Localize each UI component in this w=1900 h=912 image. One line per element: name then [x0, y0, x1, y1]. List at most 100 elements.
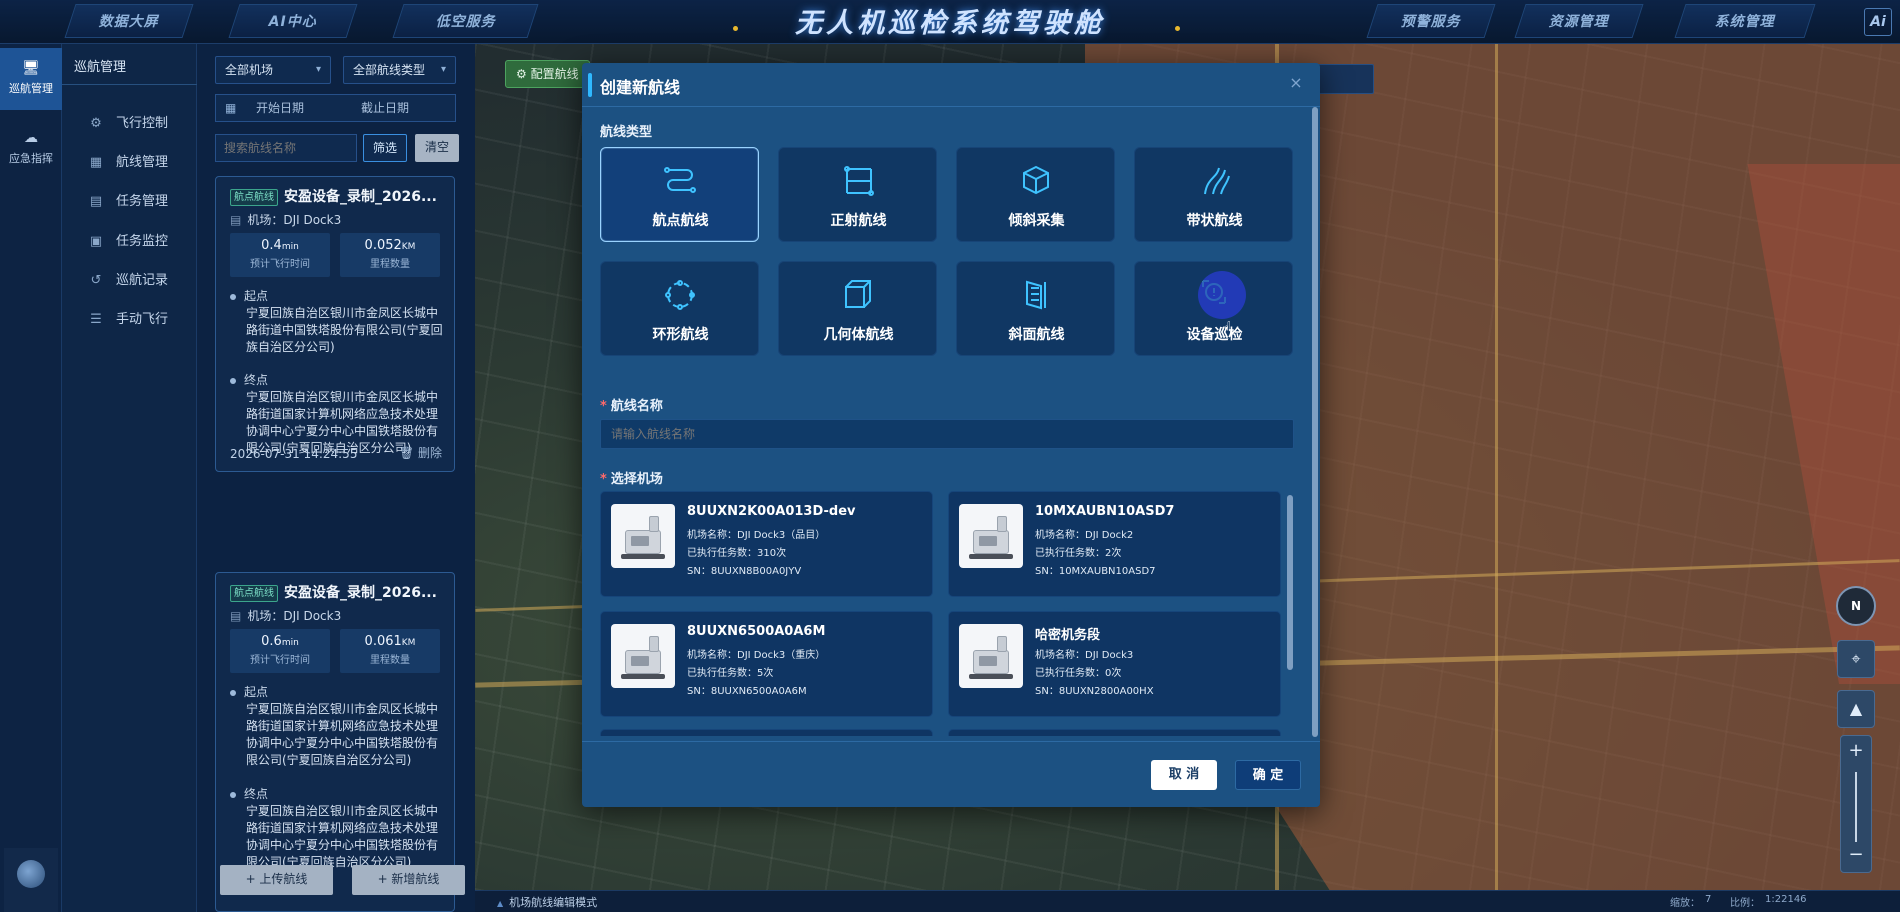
distance-value: 0.061 [364, 634, 402, 649]
dock-image [611, 624, 675, 688]
end-point-label: 终点 [230, 785, 268, 802]
ratio-label: 比例： [1730, 898, 1760, 909]
duration-stat: 0.4min 预计飞行时间 [230, 233, 330, 277]
dock-card[interactable] [600, 729, 933, 736]
menu-item-task-monitor[interactable]: ▣ 任务监控 [88, 230, 168, 250]
menu-item-task-mgmt[interactable]: ▤ 任务管理 [88, 190, 168, 210]
dock-name: 8UUXN6500A0A6M [687, 624, 826, 639]
close-icon[interactable]: × [1286, 73, 1306, 93]
nav-low-altitude[interactable]: 低空服务 [392, 4, 539, 38]
dock-card[interactable]: 10MXAUBN10ASD7 机场名称：DJI Dock2 已执行任务数：2次 … [948, 491, 1281, 597]
menu-item-flight-control[interactable]: ⚙ 飞行控制 [88, 112, 168, 132]
duration-label: 预计飞行时间 [250, 655, 310, 666]
zoom-control[interactable]: + − [1840, 735, 1872, 873]
left-rail: 🖥 巡航管理 ☁ 应急指挥 admin [0, 44, 62, 912]
rail-item-emergency[interactable]: ☁ 应急指挥 [0, 118, 62, 180]
end-date[interactable]: 截止日期 [361, 95, 409, 121]
route-type-slope[interactable]: 斜面航线 [956, 261, 1115, 356]
airport-select[interactable]: 全部机场 ▾ [215, 56, 331, 84]
route-type-select[interactable]: 全部航线类型 ▾ [343, 56, 456, 84]
tile-label: 几何体航线 [823, 327, 894, 343]
menu-item-manual-flight[interactable]: ☰ 手动飞行 [88, 308, 168, 328]
zoom-out-button[interactable]: − [1841, 844, 1871, 865]
dialog-scrollbar[interactable] [1312, 107, 1318, 737]
add-route-button[interactable]: + 新增航线 [352, 865, 465, 895]
chevron-down-icon: ▾ [315, 64, 321, 75]
dock-card[interactable]: 8UUXN6500A0A6M 机场名称：DJI Dock3（重庆） 已执行任务数… [600, 611, 933, 717]
dock-list: 8UUXN2K00A013D-dev 机场名称：DJI Dock3（品目） 已执… [600, 491, 1292, 736]
start-address: 宁夏回族自治区银川市金凤区长城中路街道国家计算机网络应急技术处理协调中心宁夏分中… [246, 702, 439, 767]
dock-list-scrollbar[interactable] [1287, 495, 1293, 670]
nav-ai-center[interactable]: AI中心 [228, 4, 358, 38]
dock-card[interactable]: 8UUXN2K00A013D-dev 机场名称：DJI Dock3（品目） 已执… [600, 491, 933, 597]
ai-logo-icon[interactable]: Ai [1864, 8, 1892, 36]
duration-stat: 0.6min 预计飞行时间 [230, 629, 330, 673]
route-name-input[interactable] [600, 419, 1294, 449]
calendar-icon: ▤ [230, 213, 242, 227]
location-pin-icon[interactable]: ⌖ [1837, 640, 1875, 678]
distance-unit: KM [401, 638, 416, 648]
menu-item-route-mgmt[interactable]: ▦ 航线管理 [88, 151, 168, 171]
rail-item-patrol[interactable]: 🖥 巡航管理 [0, 48, 62, 110]
start-point-label: 起点 [230, 287, 268, 304]
nav-warning[interactable]: 预警服务 [1366, 4, 1496, 38]
route-type-label: 航线类型 [600, 125, 653, 140]
dock-card[interactable]: 哈密机务段 机场名称：DJI Dock3 已执行任务数：0次 SN：8UUXN2… [948, 611, 1281, 717]
dock-model: 机场名称：DJI Dock2 [1035, 530, 1134, 541]
route-name-label: * 航线名称 [600, 399, 663, 414]
dock-sn: SN：8UUXN2800A00HX [1035, 686, 1154, 697]
route-card[interactable]: 航点航线 安盈设备_录制_2026... ▤ 机场：DJI Dock3 0.4mi… [215, 176, 455, 472]
upload-route-button[interactable]: + 上传航线 [220, 865, 333, 895]
zoom-in-button[interactable]: + [1841, 740, 1871, 761]
dock-card[interactable] [948, 729, 1281, 736]
confirm-button[interactable]: 确 定 [1235, 760, 1301, 790]
cursor-highlight [1198, 271, 1246, 319]
edit-mode-label: 机场航线编辑模式 [497, 894, 597, 910]
oblique-collect-icon [1023, 165, 1049, 195]
zoom-slider[interactable] [1855, 772, 1857, 842]
route-card[interactable]: 航点航线 安盈设备_录制_2026... ▤ 机场：DJI Dock3 0.6mi… [215, 572, 455, 912]
dialog-footer-divider [582, 741, 1320, 742]
clear-button[interactable]: 清空 [415, 134, 459, 162]
sub-menu: 巡航管理 ⚙ 飞行控制 ▦ 航线管理 ▤ 任务管理 ▣ 任务监控 ↺ 巡航记录 ☰ 手动飞行 [62, 44, 197, 912]
nav-system[interactable]: 系统管理 [1674, 4, 1816, 38]
end-point-label: 终点 [230, 371, 268, 388]
navigate-arrow-icon[interactable]: ▲ [1837, 690, 1875, 728]
route-type-ortho[interactable]: 正射航线 [778, 147, 937, 242]
select-airport-label: * 选择机场 [600, 472, 663, 487]
sliders-icon: ☰ [90, 312, 102, 327]
distance-value: 0.052 [364, 238, 402, 253]
config-route-chip[interactable]: ⚙ 配置航线 [505, 60, 590, 88]
scale-value: 7 [1705, 894, 1712, 905]
compass-icon[interactable]: N [1836, 586, 1876, 626]
route-type-oblique[interactable]: 倾斜采集 [956, 147, 1115, 242]
top-nav-bar: 数据大屏 AI中心 低空服务 无人机巡检系统驾驶舱 预警服务 资源管理 系统管理… [0, 0, 1900, 44]
title-dot-right [1175, 26, 1180, 31]
distance-stat: 0.061KM 里程数量 [340, 629, 440, 673]
nav-data-screen[interactable]: 数据大屏 [64, 4, 194, 38]
dock-task-count: 已执行任务数：0次 [1035, 668, 1122, 679]
route-type-geometry[interactable]: 几何体航线 [778, 261, 937, 356]
menu-item-patrol-record[interactable]: ↺ 巡航记录 [88, 269, 168, 289]
route-search-input[interactable] [215, 134, 357, 162]
route-airport: ▤ 机场：DJI Dock3 [230, 213, 342, 227]
ratio-value: 1:22146 [1765, 894, 1807, 905]
start-date[interactable]: 开始日期 [256, 95, 304, 121]
dock-model: 机场名称：DJI Dock3 [1035, 650, 1134, 661]
route-type-strip[interactable]: 带状航线 [1134, 147, 1293, 242]
cancel-button[interactable]: 取 消 [1151, 760, 1217, 790]
user-panel[interactable]: admin [4, 848, 58, 912]
dock-sn: SN：10MXAUBN10ASD7 [1035, 566, 1156, 577]
nav-resources[interactable]: 资源管理 [1514, 4, 1644, 38]
filter-button[interactable]: 筛选 [363, 134, 407, 162]
route-type-waypoint[interactable]: 航点航线 [600, 147, 759, 242]
avatar[interactable] [17, 860, 45, 888]
route-type-ring[interactable]: 环形航线 [600, 261, 759, 356]
duration-unit: min [281, 242, 299, 252]
end-address: 宁夏回族自治区银川市金凤区长城中路街道国家计算机网络应急技术处理协调中心宁夏分中… [246, 804, 439, 869]
route-list-panel: 全部机场▾ 全部航线类型▾ ▦ 开始日期 截止日期 筛选 清空 航点航线 安盈设… [197, 44, 475, 912]
delete-button[interactable]: 🗑 删除 [399, 444, 442, 461]
strip-route-icon [1204, 167, 1230, 195]
gear-icon: ⚙ [516, 67, 531, 81]
date-range-picker[interactable]: ▦ 开始日期 截止日期 [215, 94, 456, 122]
